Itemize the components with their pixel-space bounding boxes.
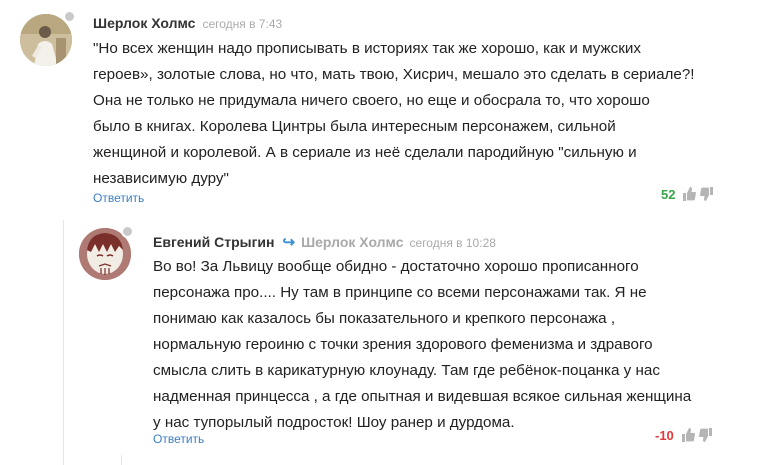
comment-time[interactable]: сегодня в 7:43: [202, 17, 282, 31]
comment-text-line: героев», золотые слова, но что, мать тво…: [93, 66, 695, 83]
thumbs-down-icon[interactable]: [700, 186, 714, 202]
online-status-icon: [121, 225, 134, 238]
reply-to-author[interactable]: Шерлок Холмс: [301, 234, 403, 250]
comment-text-line: надменная принцесса , а где опытная и ви…: [153, 388, 692, 405]
vote-block: -10: [655, 427, 715, 443]
reply-button[interactable]: Ответить: [153, 432, 204, 446]
comment: Шерлок Холмс сегодня в 7:43 "Но всех жен…: [0, 0, 781, 215]
comment-text-line: персонажа про.... Ну там в принципе со в…: [153, 284, 647, 301]
comment-text-line: "Но всех женщин надо прописывать в истор…: [93, 40, 641, 57]
reply-arrow-icon: ↪: [282, 234, 296, 251]
author-name[interactable]: Шерлок Холмс: [93, 15, 195, 31]
online-status-icon: [63, 10, 76, 23]
comment-text: Во во! За Львицу вообще обидно - достато…: [153, 254, 691, 436]
avatar[interactable]: [20, 14, 72, 66]
thumbs-up-icon[interactable]: [682, 186, 697, 202]
comment-text-line: было в книгах. Королева Цинтры была инте…: [93, 118, 616, 135]
comment-text-line: у нас тупорылый подросток! Шоу ранер и д…: [153, 414, 515, 431]
reply-button[interactable]: Ответить: [93, 191, 144, 205]
comment-time[interactable]: сегодня в 10:28: [410, 236, 496, 250]
thumbs-down-icon[interactable]: [698, 427, 713, 443]
vote-score: -10: [655, 427, 674, 443]
comment-text-line: Она не только не придумала ничего своего…: [93, 92, 650, 109]
vote-block: 52: [661, 186, 716, 202]
comment-text-line: нормальную героиню с точки зрения здоров…: [153, 336, 653, 353]
comment-text-line: Во во! За Львицу вообще обидно - достато…: [153, 258, 639, 275]
comment-text-line: понимаю как казалось бы показательного и…: [153, 310, 616, 327]
comment-text-line: смысла слить в карикатурную клоунаду. Та…: [153, 362, 660, 379]
comment-text: "Но всех женщин надо прописывать в истор…: [93, 36, 695, 192]
comment-text-line: независимую дуру": [93, 170, 229, 187]
author-name[interactable]: Евгений Стрыгин: [153, 234, 275, 250]
thumbs-up-icon[interactable]: [681, 427, 695, 443]
comment-reply: Евгений Стрыгин ↪ Шерлок Холмс сегодня в…: [0, 215, 781, 465]
vote-score: 52: [661, 186, 676, 202]
comment-text-line: женщиной и королевой. А в сериале из неё…: [93, 144, 637, 161]
